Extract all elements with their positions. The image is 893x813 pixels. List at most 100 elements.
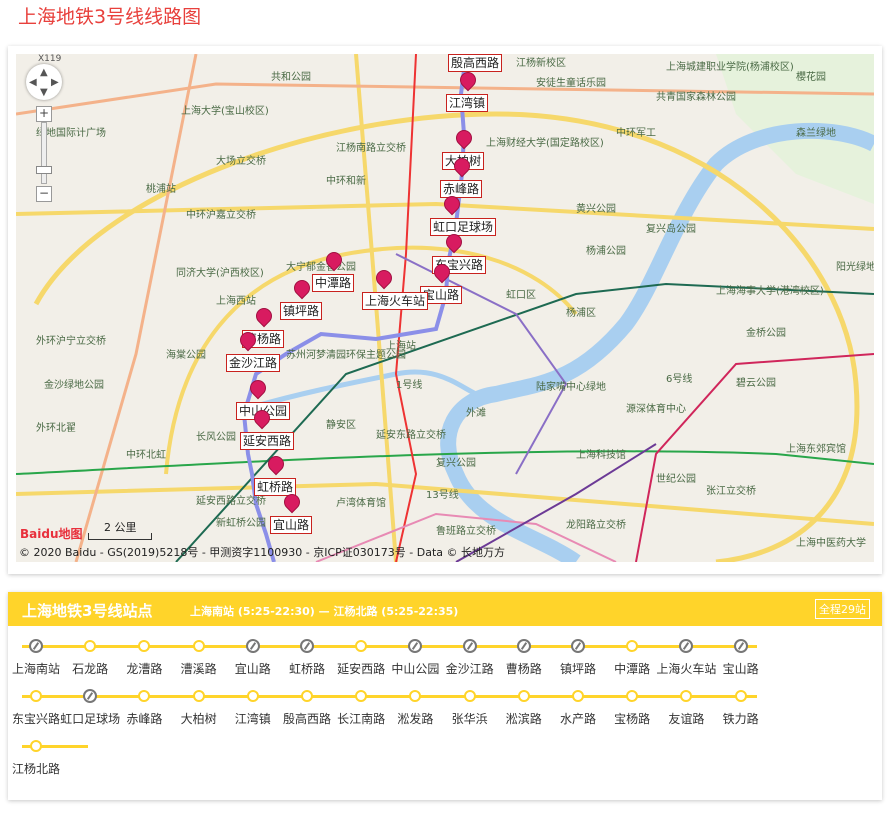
station-name[interactable]: 江湾镇 (235, 710, 271, 727)
station-name[interactable]: 虹桥路 (289, 660, 325, 677)
station-dot[interactable] (138, 640, 151, 652)
line-service-times: 上海南站 (5:25-22:30) — 江杨北路 (5:25-22:35) (190, 605, 459, 618)
station-name[interactable]: 龙漕路 (126, 660, 162, 677)
map-station-label[interactable]: 殷高西路 (448, 54, 503, 72)
station-name[interactable]: 殷高西路 (283, 710, 331, 727)
station-dot[interactable] (409, 690, 422, 702)
station-name[interactable]: 宝山路 (723, 660, 759, 677)
zoom-out-button[interactable]: − (36, 186, 52, 202)
station-name[interactable]: 淞滨路 (506, 710, 542, 727)
map-station-label[interactable]: 延安西路 (240, 432, 295, 450)
station-dot[interactable] (626, 640, 639, 652)
map-place-label: 江杨新校区 (516, 58, 566, 69)
map-place-label: 长风公园 (196, 432, 236, 443)
map-place-label: 金桥公园 (746, 328, 786, 339)
map-station-label[interactable]: 宜山路 (270, 516, 313, 534)
map-place-label: 外滩 (466, 408, 486, 419)
map-place-label: 江杨南路立交桥 (336, 143, 406, 154)
transfer-station-icon[interactable] (245, 639, 260, 653)
station-name[interactable]: 宜山路 (235, 660, 271, 677)
transfer-station-icon[interactable] (571, 639, 585, 653)
station-dot[interactable] (572, 690, 584, 702)
map-place-label: 陆家嘴中心绿地 (536, 382, 606, 393)
station-dot[interactable] (192, 690, 205, 702)
map-station-label[interactable]: 镇坪路 (280, 302, 323, 320)
transfer-station-icon[interactable] (83, 689, 98, 703)
map-place-label: 上海海事大学(港湾校区) (716, 286, 824, 297)
station-name[interactable]: 石龙路 (72, 660, 108, 677)
map-place-label: 金沙绿地公园 (44, 380, 104, 391)
map-station-label[interactable]: 赤峰路 (440, 180, 483, 198)
station-name[interactable]: 水产路 (560, 710, 596, 727)
station-dot[interactable] (355, 640, 368, 652)
map-view[interactable]: 上海大学(宝山校区) 共和公园 上海城建职业学院(杨浦校区) 共青国家森林公园 櫻花园安… (16, 54, 874, 562)
station-dot[interactable] (301, 690, 313, 702)
station-dot[interactable] (626, 690, 639, 702)
station-dot[interactable] (30, 740, 42, 752)
station-name[interactable]: 中潭路 (614, 660, 650, 677)
station-name[interactable]: 张华浜 (452, 710, 488, 727)
station-dot[interactable] (734, 690, 747, 702)
station-name[interactable]: 镇坪路 (560, 660, 596, 677)
station-name[interactable]: 友谊路 (668, 710, 704, 727)
map-place-label: 海棠公园 (166, 350, 206, 361)
station-dot[interactable] (517, 690, 530, 702)
station-name[interactable]: 东宝兴路 (12, 710, 60, 727)
pan-right-icon[interactable]: ▶ (51, 77, 59, 88)
station-name[interactable]: 淞发路 (397, 710, 433, 727)
map-place-label: 龙阳路立交桥 (566, 520, 626, 531)
map-place-label: 杨浦区 (566, 308, 596, 319)
map-station-label[interactable]: 中潭路 (312, 274, 355, 292)
transfer-station-icon[interactable] (462, 639, 477, 653)
map-place-label: 森兰绿地 (796, 128, 836, 139)
map-place-label: 上海大学(宝山校区) (181, 106, 269, 117)
station-name[interactable]: 曹杨路 (506, 660, 542, 677)
station-dot[interactable] (463, 690, 476, 702)
map-place-label: 共和公园 (271, 72, 311, 83)
station-dot[interactable] (246, 690, 259, 702)
map-station-label[interactable]: 上海火车站 (362, 292, 429, 310)
pan-control[interactable]: X119 ▲ ◀ ▶ ▼ (26, 54, 62, 100)
zoom-slider[interactable] (41, 122, 47, 184)
transfer-station-icon[interactable] (516, 639, 531, 653)
transfer-station-icon[interactable] (29, 639, 43, 653)
station-name[interactable]: 宝杨路 (614, 710, 650, 727)
station-name[interactable]: 虹口足球场 (60, 710, 120, 727)
pan-down-icon[interactable]: ▼ (40, 87, 48, 98)
station-dot[interactable] (138, 690, 151, 702)
station-dot[interactable] (680, 690, 693, 702)
pan-left-icon[interactable]: ◀ (29, 77, 37, 88)
station-dot[interactable] (30, 690, 42, 702)
pan-up-icon[interactable]: ▲ (40, 67, 48, 78)
station-dot[interactable] (84, 640, 97, 652)
station-name[interactable]: 大柏树 (181, 710, 217, 727)
station-dot[interactable] (355, 690, 368, 702)
zoom-slider-thumb[interactable] (36, 166, 52, 174)
station-name[interactable]: 漕溪路 (181, 660, 217, 677)
station-name[interactable]: 铁力路 (723, 710, 759, 727)
transfer-station-icon[interactable] (408, 639, 423, 653)
station-name[interactable]: 中山公园 (391, 660, 439, 677)
map-station-label[interactable]: 金沙江路 (226, 354, 281, 372)
station-name[interactable]: 江杨北路 (12, 760, 60, 777)
station-list: 上海南站 石龙路 龙漕路 漕溪路 宜山路 虹桥路 延安西路 中山公园 金沙江路 曹杨路 镇坪路 中潭路… (8, 626, 882, 800)
station-name[interactable]: 长江南路 (337, 710, 385, 727)
baidu-logo: Baidu地图 (20, 527, 83, 541)
station-name[interactable]: 上海火车站 (656, 660, 716, 677)
transfer-station-icon[interactable] (300, 639, 314, 653)
map-place-label: 大宁郁金香公园 (286, 262, 356, 273)
map-place-label: 桃浦站 (146, 184, 176, 195)
station-name[interactable]: 赤峰路 (126, 710, 162, 727)
transfer-station-icon[interactable] (733, 639, 748, 653)
station-name[interactable]: 上海南站 (12, 660, 60, 677)
map-place-label: 阳光绿地 (836, 262, 874, 273)
map-station-label[interactable]: 江湾镇 (446, 94, 489, 112)
station-dot[interactable] (192, 640, 205, 652)
station-name[interactable]: 金沙江路 (446, 660, 494, 677)
transfer-station-icon[interactable] (679, 639, 694, 653)
map-copyright: © 2020 Baidu - GS(2019)5218号 - 甲测资字11009… (19, 546, 506, 559)
zoom-in-button[interactable]: + (36, 106, 52, 122)
map-place-label: 同济大学(沪西校区) (176, 268, 264, 279)
station-name[interactable]: 延安西路 (337, 660, 385, 677)
map-station-label[interactable]: 虹口足球场 (430, 218, 497, 236)
